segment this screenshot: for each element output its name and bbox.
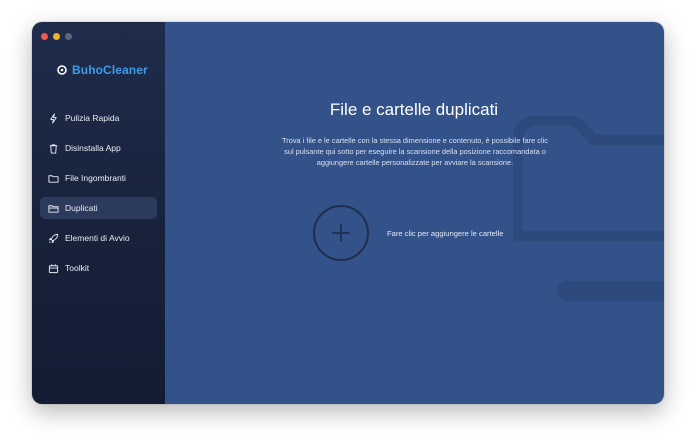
sidebar: BuhoCleaner Pulizia Rapida Disinstalla A… xyxy=(32,22,165,404)
sidebar-item-disinstalla-app[interactable]: Disinstalla App xyxy=(40,137,157,159)
sidebar-item-label: Duplicati xyxy=(65,203,98,213)
buho-logo-icon xyxy=(57,65,67,75)
trash-icon xyxy=(47,142,59,154)
app-window: BuhoCleaner Pulizia Rapida Disinstalla A… xyxy=(32,22,664,404)
sidebar-item-toolkit[interactable]: Toolkit xyxy=(40,257,157,279)
app-brand: BuhoCleaner xyxy=(57,63,148,77)
bolt-icon xyxy=(47,112,59,124)
close-window-button[interactable] xyxy=(41,33,48,40)
rocket-icon xyxy=(47,232,59,244)
sidebar-item-pulizia-rapida[interactable]: Pulizia Rapida xyxy=(40,107,157,129)
page-description: Trova i file e le cartelle con la stessa… xyxy=(282,136,548,168)
folder-icon xyxy=(47,172,59,184)
minimize-window-button[interactable] xyxy=(53,33,60,40)
zoom-window-button[interactable] xyxy=(65,33,72,40)
sidebar-item-elementi-di-avvio[interactable]: Elementi di Avvio xyxy=(40,227,157,249)
sidebar-item-label: Elementi di Avvio xyxy=(65,233,130,243)
sidebar-item-duplicati[interactable]: Duplicati xyxy=(40,197,157,219)
window-controls xyxy=(41,33,72,40)
page-title: File e cartelle duplicati xyxy=(329,100,499,119)
sidebar-item-file-ingombranti[interactable]: File Ingombranti xyxy=(40,167,157,189)
sidebar-item-label: Pulizia Rapida xyxy=(65,113,120,123)
duplicate-folder-icon xyxy=(47,202,59,214)
add-folder-label: Fare clic per aggiungere le cartelle xyxy=(387,229,504,238)
sidebar-item-label: File Ingombranti xyxy=(65,173,126,183)
sidebar-menu: Pulizia Rapida Disinstalla App File Ingo… xyxy=(40,107,157,287)
toolkit-icon xyxy=(47,262,59,274)
main-panel: File e cartelle duplicati Trova i file e… xyxy=(165,22,664,404)
plus-icon xyxy=(332,224,350,242)
sidebar-item-label: Toolkit xyxy=(65,263,90,273)
app-name: BuhoCleaner xyxy=(72,63,148,77)
sidebar-item-label: Disinstalla App xyxy=(65,143,121,153)
add-folder-button[interactable] xyxy=(313,205,369,261)
